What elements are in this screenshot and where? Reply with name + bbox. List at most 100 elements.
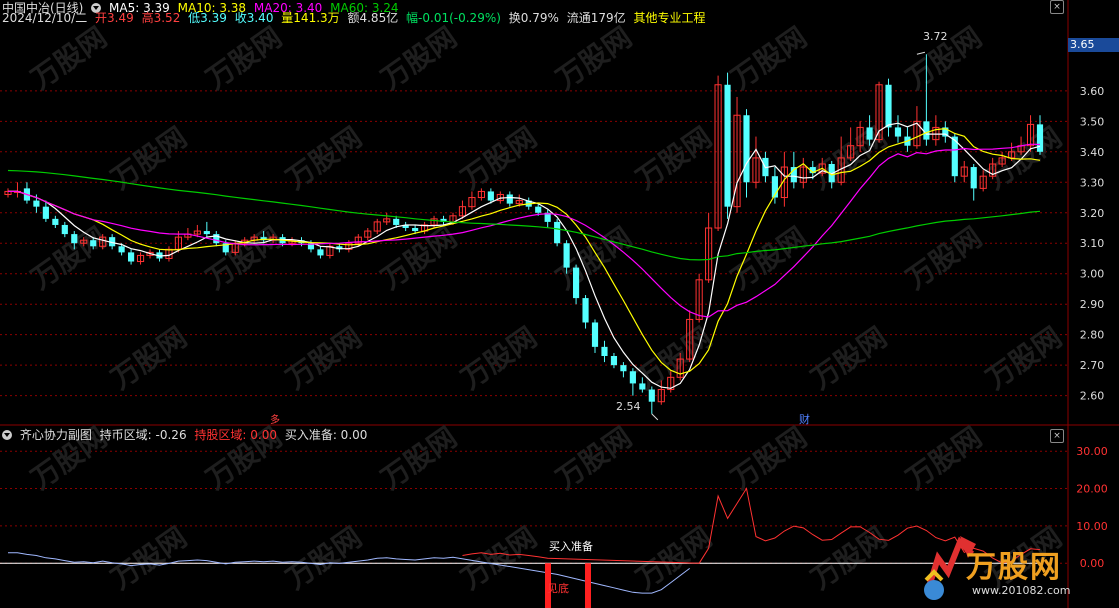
quote-amount: 额4.85亿 xyxy=(347,11,399,25)
hold-area-value: 持币区域: -0.26 xyxy=(99,428,187,442)
price-tick-label: 3.10 xyxy=(1080,237,1105,250)
brand-url: www.201082.com xyxy=(972,584,1071,597)
price-tick-label: 3.40 xyxy=(1080,146,1105,159)
watermark-text: 万股网 xyxy=(725,221,813,296)
quote-high: 高3.52 xyxy=(141,11,181,25)
dropdown-icon[interactable] xyxy=(2,430,12,440)
candle-body xyxy=(203,231,210,235)
price-tick-label: 2.60 xyxy=(1080,390,1105,403)
candle-body xyxy=(620,365,627,372)
brand-name: 万股网 xyxy=(966,550,1062,585)
watermark-text: 万股网 xyxy=(375,21,463,96)
low-price-marker: 2.54 xyxy=(616,400,641,413)
candle-body xyxy=(554,221,561,244)
watermark-text: 万股网 xyxy=(630,521,718,596)
price-tick-label: 3.20 xyxy=(1080,207,1105,220)
watermark-text: 万股网 xyxy=(550,421,638,496)
candle-body xyxy=(317,249,324,256)
price-tick-label: 3.50 xyxy=(1080,115,1105,128)
candle-body xyxy=(61,224,68,235)
watermark-layer: 万股网 万股网 万股网 万股网 万股网 万股网万股网 万股网 万股网 万股网 万股网 万股网万股网万… xyxy=(25,21,1068,596)
watermark-text: 万股网 xyxy=(725,21,813,96)
candle-body xyxy=(90,240,97,247)
watermark-text: 万股网 xyxy=(900,221,988,296)
watermark-text: 万股网 xyxy=(455,321,543,396)
quote-low: 低3.39 xyxy=(188,11,227,25)
candle-body xyxy=(506,194,513,204)
quote-volume: 量141.3万 xyxy=(281,11,340,25)
candle-body xyxy=(724,84,731,207)
candle-body xyxy=(743,115,750,183)
candle-body xyxy=(128,252,135,262)
candle-body xyxy=(71,234,78,244)
sub-tick-label: 30.00 xyxy=(1076,445,1108,458)
signal-tag: 多 xyxy=(270,415,280,426)
candle-body xyxy=(563,243,570,268)
finance-tag[interactable]: 财 xyxy=(799,411,810,427)
watermark-text: 万股网 xyxy=(25,221,113,296)
candle-body xyxy=(648,389,655,402)
low-pointer xyxy=(651,413,659,421)
quote-sector[interactable]: 其他专业工程 xyxy=(633,11,705,25)
watermark-text: 万股网 xyxy=(105,121,193,196)
price-axis: 3.60 3.50 3.40 3.30 3.20 3.10 3.00 2.90 2.80 2.70… xyxy=(1080,85,1105,403)
quote-date: 2024/12/10/二 xyxy=(2,11,88,25)
candle-body xyxy=(572,267,580,299)
brand-watermark: 万股网 www.201082.com xyxy=(920,528,1117,606)
close-icon[interactable]: × xyxy=(1050,429,1064,443)
candle-body xyxy=(33,200,40,207)
high-price-marker: 3.72 xyxy=(923,30,948,43)
stock-area-value: 持股区域: 0.00 xyxy=(194,428,277,442)
buy-ready-annotation: 买入准备 xyxy=(549,540,593,553)
bottom-annotation: 见底 xyxy=(547,582,569,595)
candle-body xyxy=(42,206,49,219)
watermark-text: 万股网 xyxy=(375,421,463,496)
buy-signal-bar xyxy=(585,563,591,608)
candle-body xyxy=(393,218,400,225)
quote-close: 收3.40 xyxy=(234,11,274,25)
close-icon[interactable]: × xyxy=(1050,0,1064,14)
candle-body xyxy=(412,228,419,232)
watermark-text: 万股网 xyxy=(805,521,893,596)
candle-body xyxy=(118,246,125,253)
price-tick-label: 3.30 xyxy=(1080,176,1105,189)
watermark-text: 万股网 xyxy=(550,221,638,296)
buy-ready-value: 买入准备: 0.00 xyxy=(284,428,368,442)
candle-body xyxy=(923,121,930,140)
price-tick-label: 2.80 xyxy=(1080,329,1105,342)
watermark-text: 万股网 xyxy=(805,321,893,396)
current-price-label: 3.65 xyxy=(1068,38,1119,52)
candle-body xyxy=(52,218,59,225)
ma20-line xyxy=(8,143,1041,318)
candle-body xyxy=(885,84,892,128)
watermark-text: 万股网 xyxy=(725,421,813,496)
watermark-text: 万股网 xyxy=(980,321,1068,396)
watermark-text: 万股网 xyxy=(550,21,638,96)
quote-float: 流通179亿 xyxy=(566,11,626,25)
watermark-text: 万股网 xyxy=(455,121,543,196)
price-tick-label: 2.70 xyxy=(1080,359,1105,372)
ma60-line xyxy=(7,169,1041,261)
sub-chart-header: 齐心协力副图 持币区域: -0.26 持股区域: 0.00 买入准备: 0.00 xyxy=(2,428,371,442)
watermark-text: 万股网 xyxy=(105,521,193,596)
main-grid xyxy=(0,0,1119,608)
candle-body xyxy=(535,206,542,213)
price-tick-label: 2.90 xyxy=(1080,298,1105,311)
quote-change: 幅-0.01(-0.29%) xyxy=(406,11,501,25)
candle-body xyxy=(582,298,589,323)
watermark-text: 万股网 xyxy=(200,21,288,96)
watermark-text: 万股网 xyxy=(280,121,368,196)
watermark-text: 万股网 xyxy=(280,521,368,596)
kline-chart-canvas[interactable]: 万股网 万股网 万股网 万股网 万股网 万股网万股网 万股网 万股网 万股网 万股网 万股网万股网万… xyxy=(0,0,1119,608)
watermark-text: 万股网 xyxy=(980,121,1068,196)
candle-body xyxy=(866,127,873,140)
watermark-text: 万股网 xyxy=(200,221,288,296)
candle-body xyxy=(601,346,608,356)
candle-body xyxy=(610,356,618,366)
candle-body xyxy=(639,383,646,390)
candle-body xyxy=(1036,124,1044,152)
sub-chart-title[interactable]: 齐心协力副图 xyxy=(20,428,92,442)
sub-tick-label: 20.00 xyxy=(1076,483,1108,496)
quote-bar: 2024/12/10/二 开3.49 高3.52 低3.39 收3.40 量14… xyxy=(2,11,709,25)
watermark-text: 万股网 xyxy=(630,121,718,196)
